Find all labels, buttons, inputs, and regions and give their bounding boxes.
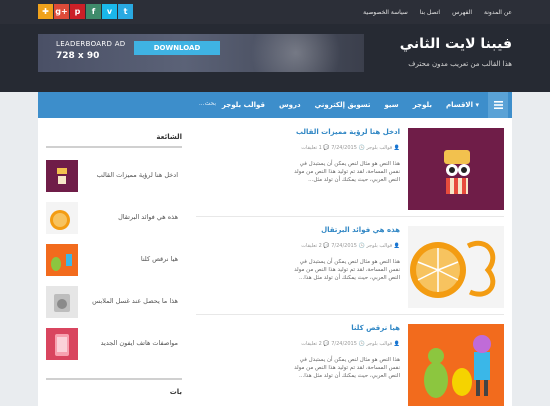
post-thumbnail[interactable] (408, 128, 504, 210)
post-meta: 👤 قوالب بلوجر 🕒 7/24/2015 💬 2 تعليقات (301, 341, 400, 347)
popular-title[interactable]: ادخل هنا لرؤية مميزات القالب (97, 171, 178, 179)
search-input[interactable]: بحث... (46, 100, 216, 111)
main-nav: بحث... الاقسام ▾ بلوجر سيو تسويق إلكترون… (38, 92, 512, 118)
popular-item[interactable]: هذا ما يحصل عند غسل الملابس (46, 286, 182, 318)
nav-item-seo[interactable]: سيو (378, 101, 406, 109)
post-meta: 👤 قوالب بلوجر 🕒 7/24/2015 💬 1 تعليقات (301, 145, 400, 151)
main-content: ادخل هنا لرؤية مميزات القالب 👤 قوالب بلو… (38, 118, 512, 406)
social-links: ✚ g+ p f v t (38, 4, 133, 19)
dancing-figures-icon (51, 254, 72, 271)
top-link-about[interactable]: عن المدونة (484, 9, 512, 16)
user-icon: 👤 (393, 243, 400, 249)
popular-thumbnail[interactable] (46, 328, 78, 360)
post-comments[interactable]: 1 تعليقات (301, 145, 322, 151)
ad-background-glow (224, 34, 344, 72)
menu-icon[interactable] (488, 92, 508, 118)
vimeo-icon[interactable]: v (102, 4, 117, 19)
post-divider (196, 314, 504, 315)
popular-thumbnail[interactable] (46, 244, 78, 276)
post-title[interactable]: هذه هي فوائد البرتقال (321, 226, 400, 234)
post-card: ادخل هنا لرؤية مميزات القالب 👤 قوالب بلو… (196, 128, 504, 210)
hamburger-icon (493, 101, 503, 109)
post-title[interactable]: ادخل هنا لرؤية مميزات القالب (296, 128, 400, 136)
cinema-icon (408, 128, 504, 210)
user-icon: 👤 (393, 145, 400, 151)
popular-thumbnail[interactable] (46, 160, 78, 192)
widget-title-popular: الشائعة (156, 133, 182, 141)
post-card: هذه هي فوائد البرتقال 👤 قوالب بلوجر 🕒 7/… (196, 226, 504, 308)
rss-icon[interactable]: ✚ (38, 4, 53, 19)
post-author[interactable]: قوالب بلوجر (366, 243, 392, 249)
top-links: عن المدونة الفهرس اتصل بنا سياسة الخصوصي… (363, 0, 512, 24)
post-date: 7/24/2015 (331, 243, 357, 249)
popular-title[interactable]: هيا نرقص كلنا (141, 255, 178, 263)
post-date: 7/24/2015 (331, 145, 357, 151)
comment-icon: 💬 (323, 341, 330, 347)
popular-item[interactable]: مواصفات هاتف ايفون الجديد (46, 328, 182, 360)
nav-item-blogger[interactable]: بلوجر (406, 101, 439, 109)
top-bar: ✚ g+ p f v t عن المدونة الفهرس اتصل بنا … (0, 0, 550, 24)
widget-underline (46, 146, 182, 148)
post-meta: 👤 قوالب بلوجر 🕒 7/24/2015 💬 2 تعليقات (301, 243, 400, 249)
widget-underline (46, 378, 182, 380)
cinema-icon (57, 168, 67, 184)
chevron-down-icon: ▾ (475, 101, 479, 109)
post-thumbnail[interactable] (408, 324, 504, 406)
post-excerpt: هذا النص هو مثال لنص يمكن أن يستبدل في ن… (294, 259, 400, 281)
phone-icon (55, 334, 69, 356)
site-title[interactable]: فيبنا لايت الثاني (400, 36, 512, 52)
popular-thumbnail[interactable] (46, 286, 78, 318)
post-author[interactable]: قوالب بلوجر (366, 341, 392, 347)
nav-menu: الاقسام ▾ بلوجر سيو تسويق إلكتروني دروس … (215, 92, 508, 118)
nav-item-categories[interactable]: الاقسام ▾ (439, 101, 486, 109)
popular-item[interactable]: هذه هي فوائد البرتقال (46, 202, 182, 234)
leaderboard-ad[interactable]: LEADERBOARD AD 728 x 90 DOWNLOAD (38, 34, 364, 72)
comment-icon: 💬 (323, 145, 330, 151)
ad-label: LEADERBOARD AD (56, 40, 126, 48)
post-thumbnail[interactable] (408, 226, 504, 308)
post-comments[interactable]: 2 تعليقات (301, 341, 322, 347)
nav-item-label: الاقسام (445, 101, 474, 109)
widget-title-second: بات (169, 388, 182, 396)
clock-icon: 🕒 (358, 341, 365, 347)
nav-item-lessons[interactable]: دروس (272, 101, 308, 109)
ad-size: 728 x 90 (56, 51, 100, 61)
post-divider (196, 216, 504, 217)
top-link-privacy[interactable]: سياسة الخصوصية (363, 9, 408, 16)
post-excerpt: هذا النص هو مثال لنص يمكن أن يستبدل في ن… (294, 161, 400, 183)
pinterest-icon[interactable]: p (70, 4, 85, 19)
tumblr-icon[interactable]: f (86, 4, 101, 19)
popular-title[interactable]: هذه هي فوائد البرتقال (118, 213, 178, 221)
user-icon: 👤 (393, 341, 400, 347)
top-link-contact[interactable]: اتصل بنا (420, 9, 440, 16)
popular-title[interactable]: هذا ما يحصل عند غسل الملابس (92, 297, 178, 305)
clock-icon: 🕒 (358, 243, 365, 249)
post-date: 7/24/2015 (331, 341, 357, 347)
laundry-icon (54, 294, 70, 312)
orange-icon (50, 210, 70, 230)
ad-download-button[interactable]: DOWNLOAD (134, 41, 220, 55)
twitter-icon[interactable]: t (118, 4, 133, 19)
orange-icon (408, 226, 504, 308)
nav-item-templates[interactable]: قوالب بلوجر (215, 101, 272, 109)
google-plus-icon[interactable]: g+ (54, 4, 69, 19)
dancing-figures-icon (408, 324, 504, 406)
post-comments[interactable]: 2 تعليقات (301, 243, 322, 249)
popular-thumbnail[interactable] (46, 202, 78, 234)
popular-item[interactable]: ادخل هنا لرؤية مميزات القالب (46, 160, 182, 192)
nav-item-marketing[interactable]: تسويق إلكتروني (308, 101, 378, 109)
post-title[interactable]: هيا نرقص كلنا (351, 324, 400, 332)
comment-icon: 💬 (323, 243, 330, 249)
popular-title[interactable]: مواصفات هاتف ايفون الجديد (101, 339, 178, 347)
post-card: هيا نرقص كلنا 👤 قوالب بلوجر 🕒 7/24/2015 … (196, 324, 504, 406)
post-excerpt: هذا النص هو مثال لنص يمكن أن يستبدل في ن… (294, 357, 400, 379)
post-author[interactable]: قوالب بلوجر (366, 145, 392, 151)
clock-icon: 🕒 (358, 145, 365, 151)
top-link-index[interactable]: الفهرس (452, 9, 472, 16)
site-description: هذا القالب من تعريب مدون محترف (408, 60, 512, 68)
site-header: LEADERBOARD AD 728 x 90 DOWNLOAD فيبنا ل… (0, 24, 550, 92)
popular-item[interactable]: هيا نرقص كلنا (46, 244, 182, 276)
